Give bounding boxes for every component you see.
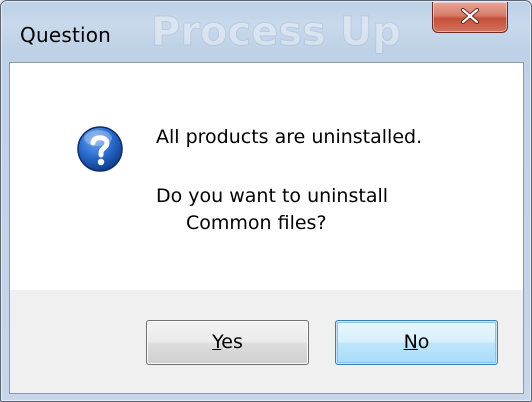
message-line-2: Do you want to uninstall bbox=[156, 185, 389, 207]
message-area: All products are uninstalled. Do you wan… bbox=[10, 63, 523, 290]
yes-label-rest: es bbox=[221, 331, 243, 353]
no-button[interactable]: No bbox=[335, 320, 498, 365]
message-line-3: Common files? bbox=[186, 212, 327, 234]
title-bar[interactable]: Process Up Question bbox=[1, 1, 531, 61]
yes-button[interactable]: Yes bbox=[146, 320, 309, 365]
dialog-window: Process Up Question All products are uni… bbox=[0, 0, 532, 402]
question-icon bbox=[77, 126, 123, 172]
title-watermark-text: Process Up bbox=[151, 9, 401, 55]
dialog-client-area: All products are uninstalled. Do you wan… bbox=[9, 62, 524, 394]
yes-mnemonic: Y bbox=[212, 331, 222, 353]
close-button[interactable] bbox=[432, 2, 508, 33]
title-watermark: Process Up bbox=[151, 9, 402, 56]
no-mnemonic: N bbox=[403, 331, 418, 353]
no-label-rest: o bbox=[417, 331, 430, 353]
close-icon bbox=[461, 8, 479, 24]
window-title: Question bbox=[20, 23, 112, 47]
message-line-1: All products are uninstalled. bbox=[156, 126, 423, 148]
